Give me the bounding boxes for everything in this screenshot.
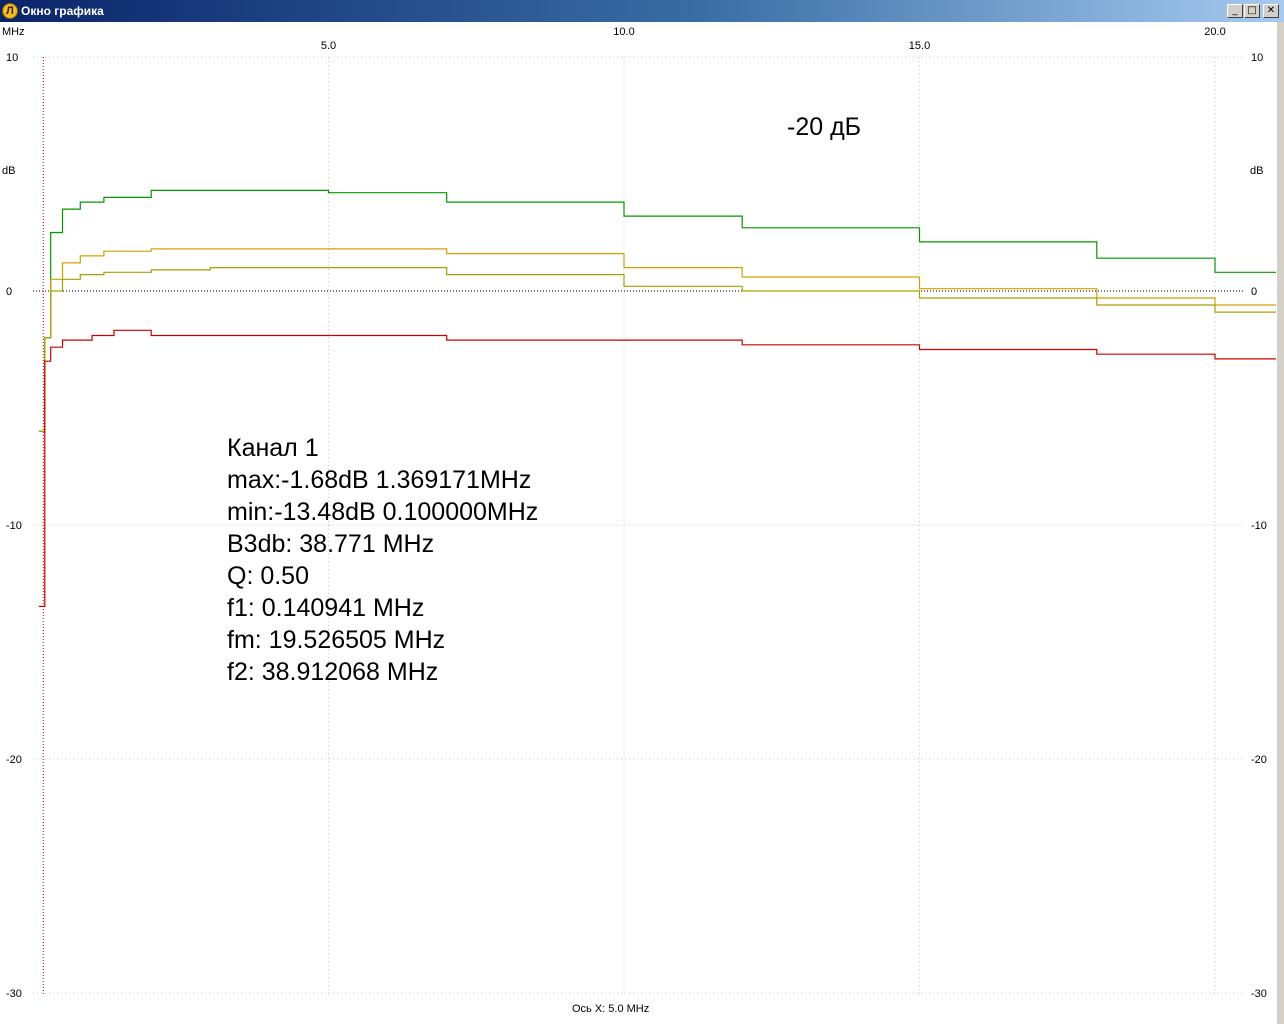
y-unit-label-left: dB: [2, 165, 15, 177]
y-tick-label-left--20: -20: [6, 754, 22, 766]
y-tick-label-right-0: 0: [1251, 286, 1257, 298]
maximize-button[interactable]: □: [1244, 4, 1260, 18]
x-tick-label-20.0: 20.0: [1204, 26, 1225, 38]
x-axis-caption: Ось X: 5.0 MHz: [572, 1003, 649, 1015]
y-tick-label-left--30: -30: [6, 988, 22, 1000]
info-fm: fm: 19.526505 MHz: [227, 626, 445, 654]
series-line-4: [38, 329, 1276, 608]
window-titlebar[interactable]: Л Окно графика _ □ ✕: [0, 0, 1284, 22]
series-line-1: [38, 189, 1276, 432]
y-tick-label-right--20: -20: [1251, 754, 1267, 766]
y-tick-label-left-0: 0: [6, 286, 12, 298]
series-group: [38, 189, 1276, 608]
x-unit-label: MHz: [2, 26, 25, 38]
app-logo-icon: Л: [2, 3, 18, 19]
y-tick-label-right-10: 10: [1251, 52, 1263, 64]
y-unit-label-right: dB: [1250, 165, 1263, 177]
info-min: min:-13.48dB 0.100000MHz: [227, 498, 538, 526]
grid: [33, 56, 1245, 994]
y-tick-label-right--30: -30: [1251, 988, 1267, 1000]
info-max: max:-1.68dB 1.369171MHz: [227, 466, 531, 494]
attenuation-annotation: -20 дБ: [787, 113, 861, 141]
info-b3db: B3db: 38.771 MHz: [227, 530, 434, 558]
right-edge-scrollbar[interactable]: [1276, 22, 1284, 1024]
minimize-icon: _: [1232, 5, 1238, 16]
minimize-button[interactable]: _: [1227, 4, 1243, 18]
info-f2: f2: 38.912068 MHz: [227, 658, 438, 686]
channel-info-panel: Канал 1 max:-1.68dB 1.369171MHz min:-13.…: [227, 434, 538, 686]
y-tick-labels-right: 10 0 -10 -20 -30: [1251, 52, 1267, 1000]
y-tick-labels-left: 10 0 -10 -20 -30: [6, 52, 22, 1000]
graph-canvas[interactable]: MHz 5.010.015.020.025.030.035.040.0 100-…: [0, 22, 1276, 1024]
close-icon: ✕: [1266, 5, 1276, 16]
x-tick-label-10.0: 10.0: [613, 26, 634, 38]
info-f1: f1: 0.140941 MHz: [227, 594, 424, 622]
window-title: Окно графика: [21, 4, 104, 18]
x-tick-labels: 5.010.015.020.025.030.035.040.0: [321, 26, 1226, 52]
y-tick-label-right--10: -10: [1251, 520, 1267, 532]
x-tick-label-5.0: 5.0: [321, 40, 336, 52]
close-button[interactable]: ✕: [1263, 4, 1279, 18]
x-tick-label-15.0: 15.0: [909, 40, 930, 52]
info-channel: Канал 1: [227, 434, 319, 462]
maximize-icon: □: [1247, 5, 1257, 16]
y-tick-label-left--10: -10: [6, 520, 22, 532]
y-tick-label-left-10: 10: [6, 52, 18, 64]
info-q: Q: 0.50: [227, 562, 309, 590]
